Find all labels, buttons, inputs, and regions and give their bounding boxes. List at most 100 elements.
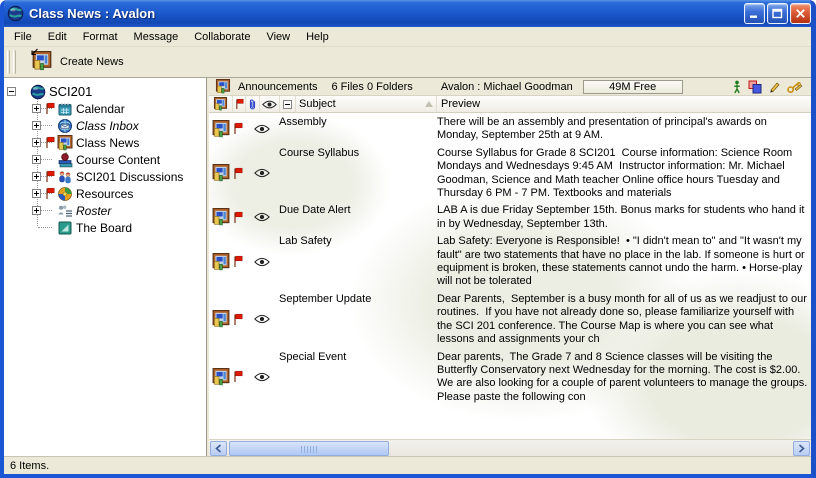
flag-icon xyxy=(45,102,55,115)
scroll-left-button[interactable] xyxy=(210,441,227,456)
sidebar-item-calendar[interactable]: Calendar xyxy=(4,100,206,117)
horizontal-scrollbar[interactable] xyxy=(209,439,811,456)
news-item-row-due-date-alert[interactable]: Due Date Alert LAB A is due Friday Septe… xyxy=(209,201,811,232)
expand-icon[interactable] xyxy=(32,121,41,130)
scrollbar-track[interactable] xyxy=(389,441,793,456)
menu-help[interactable]: Help xyxy=(298,29,337,45)
expand-icon[interactable] xyxy=(32,104,41,113)
menu-bar: File Edit Format Message Collaborate Vie… xyxy=(4,27,811,47)
folder-tree-panel: SCI201 Calendar Class Inbox xyxy=(4,78,207,456)
news-item-icon xyxy=(212,208,230,226)
sidebar-item-label: SCI201 Discussions xyxy=(76,170,183,184)
sidebar-item-label: Roster xyxy=(76,204,111,218)
sidebar-item-class-news[interactable]: Class News xyxy=(4,134,206,151)
paperclip-icon xyxy=(248,98,257,111)
attachment-column-header[interactable] xyxy=(246,96,260,112)
sidebar-item-label: Class News xyxy=(76,136,139,150)
close-button[interactable] xyxy=(790,3,811,24)
person-icon[interactable] xyxy=(732,80,742,94)
sidebar-item-resources[interactable]: Resources xyxy=(4,185,206,202)
toolbar-grip[interactable] xyxy=(13,50,16,74)
subject-column-label: Subject xyxy=(299,98,336,110)
sidebar-item-sci201-discussions[interactable]: SCI201 Discussions xyxy=(4,168,206,185)
eye-icon xyxy=(262,100,277,109)
news-item-row-assembly[interactable]: Assembly There will be an assembly and p… xyxy=(209,113,811,144)
conference-info-bar: Announcements 6 Files 0 Folders Avalon :… xyxy=(209,78,811,96)
menu-edit[interactable]: Edit xyxy=(40,29,75,45)
inbox-globe-icon xyxy=(57,118,73,134)
board-icon xyxy=(57,220,73,236)
flag-icon xyxy=(233,255,243,268)
globe-icon xyxy=(30,84,46,100)
menu-format[interactable]: Format xyxy=(75,29,126,45)
sidebar-item-label: SCI201 xyxy=(49,84,92,99)
contents-summary: 6 Files 0 Folders xyxy=(332,81,413,93)
roster-icon xyxy=(57,203,73,219)
flag-icon xyxy=(233,167,243,180)
preview-column-label: Preview xyxy=(441,98,480,110)
expand-icon[interactable] xyxy=(32,155,41,164)
news-item-list: Assembly There will be an assembly and p… xyxy=(209,113,811,439)
item-preview: Course Syllabus for Grade 8 SCI201 Cours… xyxy=(437,146,811,201)
preview-column-header[interactable]: Preview xyxy=(437,96,811,112)
menu-message[interactable]: Message xyxy=(126,29,187,45)
pencil-icon[interactable] xyxy=(768,80,781,94)
calendar-icon xyxy=(57,101,73,117)
news-item-row-lab-safety[interactable]: Lab Safety Lab Safety: Everyone is Respo… xyxy=(209,232,811,290)
flag-icon xyxy=(233,313,243,326)
sidebar-item-class-inbox[interactable]: Class Inbox xyxy=(4,117,206,134)
subject-column-header[interactable]: Subject xyxy=(296,96,437,112)
flag-column-header[interactable] xyxy=(233,96,246,112)
toolbar-grip[interactable] xyxy=(7,50,10,74)
create-news-button[interactable]: Create News xyxy=(28,49,128,75)
item-preview: There will be an assembly and presentati… xyxy=(437,115,811,143)
news-item-row-special-event[interactable]: Special Event Dear parents, The Grade 7 … xyxy=(209,348,811,406)
news-item-row-course-syllabus[interactable]: Course Syllabus Course Syllabus for Grad… xyxy=(209,144,811,202)
status-bar: 6 Items. xyxy=(4,456,811,474)
item-type-column-header[interactable] xyxy=(209,96,233,112)
viewed-column-header[interactable] xyxy=(260,96,280,112)
item-subject: Lab Safety xyxy=(277,234,437,248)
maximize-button[interactable] xyxy=(767,3,788,24)
item-subject: Special Event xyxy=(277,350,437,364)
main-area: SCI201 Calendar Class Inbox xyxy=(4,78,811,456)
item-preview: Lab Safety: Everyone is Responsible! • "… xyxy=(437,234,811,289)
scrollbar-thumb[interactable] xyxy=(229,441,389,456)
menu-view[interactable]: View xyxy=(258,29,298,45)
sidebar-item-label: Class Inbox xyxy=(76,119,139,133)
expand-icon[interactable] xyxy=(32,189,41,198)
news-item-row-september-update[interactable]: September Update Dear Parents, September… xyxy=(209,290,811,348)
news-item-icon xyxy=(212,368,230,386)
scroll-right-button[interactable] xyxy=(793,441,810,456)
expand-icon[interactable] xyxy=(32,206,41,215)
sidebar-item-label: The Board xyxy=(76,221,132,235)
menu-collaborate[interactable]: Collaborate xyxy=(186,29,258,45)
minimize-button[interactable] xyxy=(744,3,765,24)
flag-icon xyxy=(233,122,243,135)
collapse-icon[interactable] xyxy=(7,87,16,96)
key-pencil-icon[interactable] xyxy=(787,80,803,94)
eye-icon xyxy=(254,314,270,324)
news-item-icon xyxy=(212,310,230,328)
resources-icon xyxy=(57,186,73,202)
sidebar-item-the-board[interactable]: The Board xyxy=(4,219,206,236)
item-subject: Assembly xyxy=(277,115,437,129)
folder-name: Announcements xyxy=(238,81,318,93)
discussion-people-icon xyxy=(57,169,73,185)
sidebar-item-roster[interactable]: Roster xyxy=(4,202,206,219)
chevron-right-icon xyxy=(798,444,805,453)
collapse-all-control[interactable] xyxy=(280,96,296,112)
item-preview: Dear Parents, September is a busy month … xyxy=(437,292,811,347)
flag-icon xyxy=(233,370,243,383)
maximize-icon xyxy=(772,8,783,19)
menu-file[interactable]: File xyxy=(6,29,40,45)
news-item-icon xyxy=(212,253,230,271)
sidebar-item-sci201[interactable]: SCI201 xyxy=(4,83,206,100)
sidebar-item-course-content[interactable]: Course Content xyxy=(4,151,206,168)
expand-icon[interactable] xyxy=(32,138,41,147)
news-icon xyxy=(213,97,228,111)
globe-icon xyxy=(7,5,24,22)
layers-icon[interactable] xyxy=(748,80,762,94)
sort-ascending-icon xyxy=(425,101,433,107)
expand-icon[interactable] xyxy=(32,172,41,181)
